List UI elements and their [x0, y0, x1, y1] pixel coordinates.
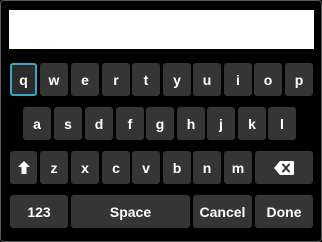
backspace-icon: [274, 160, 294, 175]
key-m[interactable]: m: [224, 151, 252, 184]
key-o[interactable]: o: [254, 63, 282, 96]
key-v[interactable]: v: [132, 151, 160, 184]
key-z[interactable]: z: [40, 151, 68, 184]
key-l[interactable]: l: [268, 107, 296, 140]
key-f[interactable]: f: [116, 107, 144, 140]
key-e[interactable]: e: [71, 63, 99, 96]
key-c[interactable]: c: [102, 151, 130, 184]
cancel-button[interactable]: Cancel: [193, 195, 252, 228]
key-i[interactable]: i: [224, 63, 252, 96]
numbers-key[interactable]: 123: [10, 195, 68, 228]
key-t[interactable]: t: [132, 63, 160, 96]
key-a[interactable]: a: [23, 107, 51, 140]
keyboard-dialog: q w e r t y u i o p a s d f g h j k l z …: [0, 0, 322, 242]
key-w[interactable]: w: [40, 63, 68, 96]
key-d[interactable]: d: [85, 107, 113, 140]
key-n[interactable]: n: [193, 151, 221, 184]
text-input[interactable]: [9, 10, 314, 49]
space-key[interactable]: Space: [71, 195, 190, 228]
shift-icon: [17, 161, 30, 174]
backspace-key[interactable]: [255, 151, 313, 184]
key-b[interactable]: b: [163, 151, 191, 184]
key-x[interactable]: x: [71, 151, 99, 184]
key-k[interactable]: k: [238, 107, 266, 140]
key-u[interactable]: u: [193, 63, 221, 96]
done-button[interactable]: Done: [255, 195, 313, 228]
shift-key[interactable]: [10, 151, 37, 184]
key-g[interactable]: g: [146, 107, 174, 140]
key-j[interactable]: j: [207, 107, 235, 140]
key-y[interactable]: y: [163, 63, 191, 96]
key-p[interactable]: p: [285, 63, 313, 96]
key-h[interactable]: h: [177, 107, 205, 140]
key-q[interactable]: q: [10, 63, 37, 96]
key-s[interactable]: s: [54, 107, 82, 140]
key-r[interactable]: r: [102, 63, 130, 96]
